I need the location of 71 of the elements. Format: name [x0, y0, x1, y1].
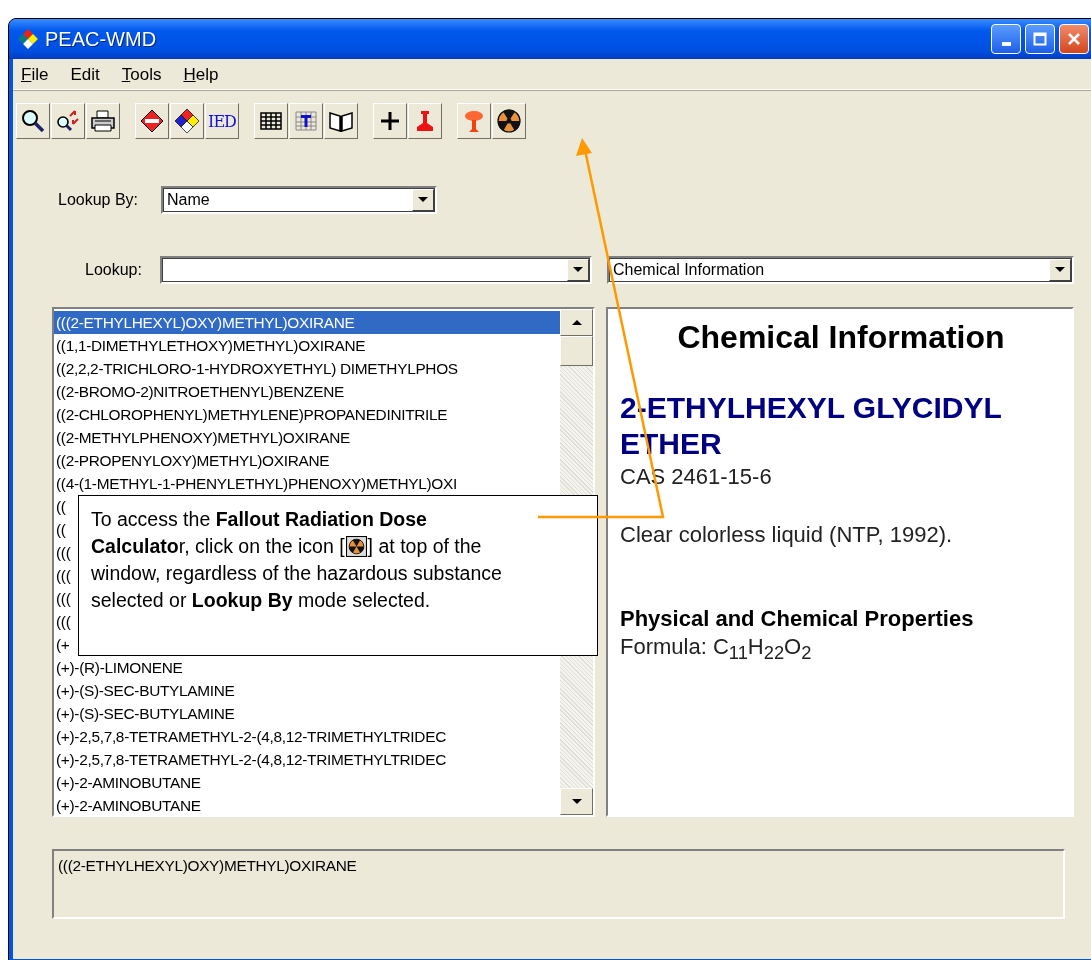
list-item[interactable]: (+)-2,5,7,8-TETRAMETHYL-2-(4,8,12-TRIMETHYLTRIDEC	[54, 748, 448, 771]
close-button[interactable]	[1059, 24, 1089, 54]
diamond-icon	[138, 107, 166, 135]
list-item[interactable]: ((2-BROMO-2)NITROETHENYL)BENZENE	[54, 380, 346, 403]
list-item[interactable]: (+)-(S)-SEC-BUTYLAMINE	[54, 679, 237, 702]
toolbar-button[interactable]	[254, 103, 288, 139]
info-heading: Chemical Information	[676, 319, 1006, 356]
list-item[interactable]: (+)-(S)-SEC-BUTYLAMINE	[54, 702, 237, 725]
list-item[interactable]: (((	[54, 610, 73, 633]
menu-item[interactable]: Edit	[68, 65, 102, 89]
menu-item[interactable]: File	[19, 65, 51, 89]
toolbar-button[interactable]	[16, 103, 50, 139]
radiation-icon	[345, 536, 367, 557]
callout-text: To access the Fallout Radiation Dose	[91, 507, 427, 532]
search-icon	[19, 107, 47, 135]
toolbar-button[interactable]	[51, 103, 85, 139]
section-heading: Physical and Chemical Properties	[620, 606, 975, 632]
toolbar-button[interactable]	[324, 103, 358, 139]
toolbar-button[interactable]	[289, 103, 323, 139]
caret-icon	[418, 197, 428, 203]
list-item[interactable]: (+)-2-AMINOBUTANE	[54, 794, 203, 815]
toolbar-button[interactable]	[170, 103, 204, 139]
scroll-thumb[interactable]	[560, 336, 593, 366]
list-item[interactable]: (+)-2,5,7,8-TETRAMETHYL-2-(4,8,12-TRIMETHYLTRIDEC	[54, 725, 448, 748]
toolbar-button[interactable]: IED	[205, 103, 239, 139]
toolbar-button[interactable]	[373, 103, 407, 139]
formula-text: Formula: C$_{11}$H$_{22}$O$_{2}$	[620, 633, 813, 666]
field-label: Lookup:	[85, 261, 143, 279]
toolbar-button[interactable]	[492, 103, 526, 139]
list-item[interactable]: ((2-CHLOROPHENYL)METHYLENE)PROPANEDINITRILE	[54, 403, 450, 426]
list-item[interactable]: ((	[54, 495, 68, 518]
callout-text: window, regardless of the hazardous substance selected or Lookup By mode selected.	[91, 561, 503, 613]
list-item[interactable]: ((	[54, 518, 68, 541]
lookup-dropdown[interactable]	[160, 256, 592, 284]
list-item[interactable]: ((2-METHYLPHENOXY)METHYL)OXIRANE	[54, 426, 352, 449]
view-dropdown[interactable]: Chemical Information	[607, 256, 1074, 284]
maximize-button[interactable]	[1025, 24, 1055, 54]
list-item[interactable]: (+	[54, 633, 72, 656]
selected-name: (((2-ETHYLHEXYL)OXY)METHYL)OXIRANE	[58, 857, 357, 874]
list-item[interactable]: (+)-2-AMINOBUTANE	[54, 771, 203, 794]
caret-icon	[573, 267, 583, 273]
description-text: Clear colorless liquid (NTP, 1992).	[620, 521, 954, 549]
hazard-diamond-icon	[173, 107, 201, 135]
field-label: Lookup By:	[58, 191, 140, 209]
callout-text: ] at top of the	[367, 534, 482, 559]
down-arrow-icon	[571, 798, 582, 805]
scroll-down-button[interactable]	[560, 788, 593, 815]
menu-item[interactable]: Tools	[119, 65, 164, 89]
list-item[interactable]: ((1,1-DIMETHYLETHOXY)METHYL)OXIRANE	[54, 334, 368, 357]
radiation-icon	[495, 107, 523, 135]
up-arrow-icon	[571, 319, 582, 326]
toolbar-button[interactable]	[86, 103, 120, 139]
window-title: PEAC-WMD	[45, 27, 157, 51]
scroll-up-button[interactable]	[560, 309, 593, 336]
list-item[interactable]: (+)-(R)-LIMONENE	[54, 656, 185, 679]
list-item[interactable]: (((	[54, 541, 73, 564]
list-item[interactable]: ((4-(1-METHYL-1-PHENYLETHYL)PHENOXY)METHYL)OXI	[54, 472, 459, 495]
minimize-icon	[1001, 42, 1011, 46]
callout-text: Calculator, click on the icon [	[91, 534, 345, 559]
list-item[interactable]: ((2-PROPENYLOXY)METHYL)OXIRANE	[54, 449, 332, 472]
lookup-by-dropdown[interactable]: Name	[161, 186, 437, 214]
list-item[interactable]: (((	[54, 564, 73, 587]
list-item[interactable]: ((2,2,2-TRICHLORO-1-HYDROXYETHYL) DIMETHYLPHOS	[54, 357, 460, 380]
list-item[interactable]: (((2-ETHYLHEXYL)OXY)METHYL)OXIRANE	[54, 311, 560, 334]
menu-item[interactable]: Help	[181, 65, 221, 89]
diamond-logo-icon	[17, 28, 39, 50]
toolbar-button[interactable]	[135, 103, 169, 139]
printer-icon	[89, 107, 117, 135]
minimize-button[interactable]	[991, 24, 1021, 54]
caret-icon	[1055, 267, 1065, 273]
list-item[interactable]: (((	[54, 587, 73, 610]
